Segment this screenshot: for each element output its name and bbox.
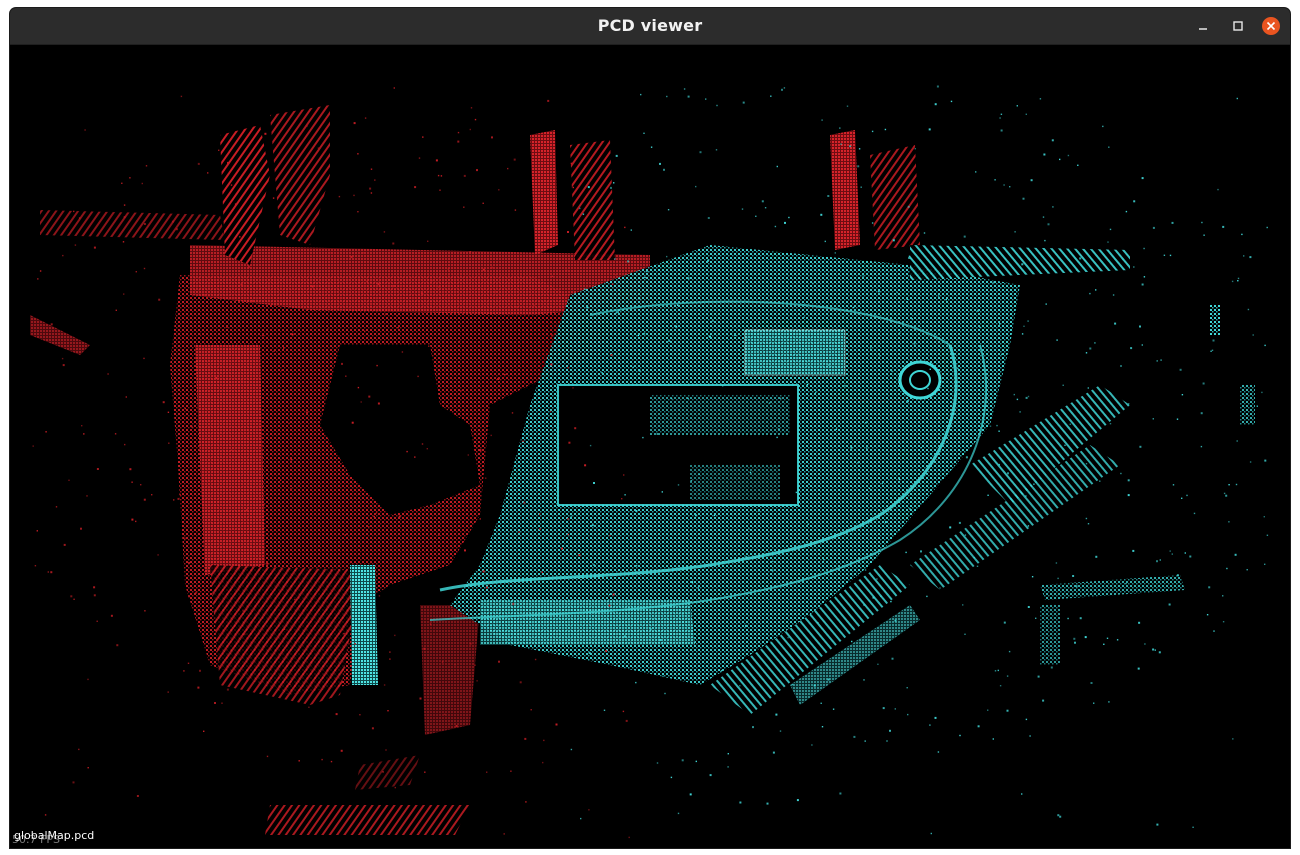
close-button[interactable] (1262, 17, 1280, 35)
window-title: PCD viewer (597, 16, 703, 35)
minimize-icon (1199, 28, 1207, 30)
title-bar[interactable]: PCD viewer (10, 8, 1290, 45)
maximize-button[interactable] (1229, 17, 1247, 35)
point-cloud-viewport[interactable]: 50.7 FPS globalMap.pcd (10, 45, 1290, 848)
point-cloud-render (30, 85, 1269, 839)
cloud-name-label: globalMap.pcd (14, 829, 95, 842)
close-icon (1266, 21, 1276, 31)
minimize-button[interactable] (1194, 17, 1212, 35)
maximize-icon (1233, 21, 1243, 31)
pcd-viewer-window: PCD viewer 50.7 FPS globalMap.pcd (10, 8, 1290, 848)
